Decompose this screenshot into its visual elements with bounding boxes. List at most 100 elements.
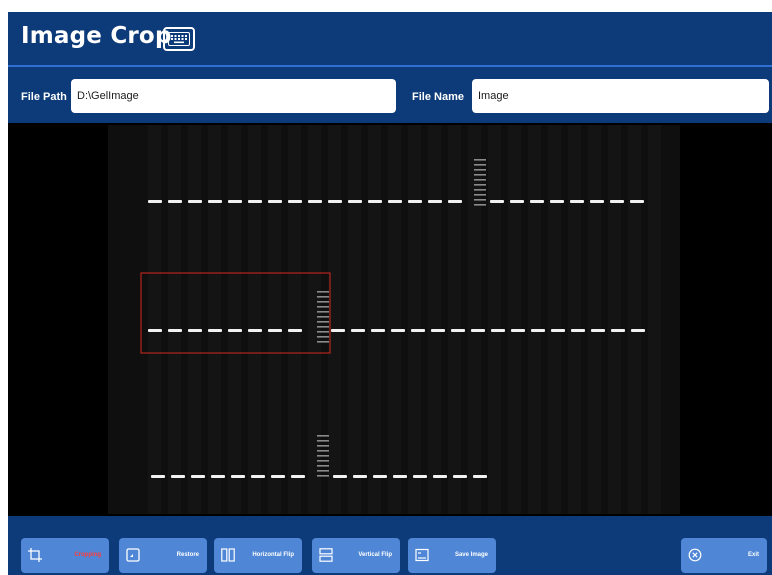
dna-band <box>248 200 262 203</box>
dna-band <box>368 200 382 203</box>
dna-band <box>570 200 584 203</box>
dna-band <box>353 475 367 478</box>
ladder-band <box>317 470 329 472</box>
keyboard-button[interactable] <box>163 27 195 51</box>
dna-band <box>431 329 445 332</box>
dna-band <box>228 200 242 203</box>
restore-label: Restore <box>176 552 199 558</box>
dna-band <box>630 200 644 203</box>
dna-band <box>388 200 402 203</box>
dna-band <box>248 329 262 332</box>
dna-band <box>148 329 162 332</box>
lane-streak <box>188 125 201 514</box>
dna-band <box>251 475 265 478</box>
dna-band <box>453 475 467 478</box>
ladder-band <box>317 336 329 338</box>
lane-streak <box>268 125 281 514</box>
lane-streak <box>248 125 261 514</box>
dna-band <box>288 200 302 203</box>
dna-band <box>371 329 385 332</box>
horizontal-flip-icon <box>221 548 235 562</box>
gel-image <box>8 123 772 516</box>
horizontal-flip-button[interactable]: Horizontal Flip <box>214 538 302 573</box>
exit-label: Exit <box>747 552 759 558</box>
dna-band <box>530 200 544 203</box>
ladder-band <box>474 179 486 181</box>
restore-button[interactable]: Restore <box>119 538 207 573</box>
file-path-input[interactable] <box>71 79 396 113</box>
lane-streak <box>428 125 441 514</box>
lane-streak <box>168 125 181 514</box>
dna-band <box>373 475 387 478</box>
restore-icon <box>126 548 140 562</box>
dna-band <box>268 200 282 203</box>
vertical-flip-button[interactable]: Vertical Flip <box>312 538 400 573</box>
file-name-label: File Name <box>412 91 464 103</box>
dna-band <box>308 200 322 203</box>
dna-band <box>348 200 362 203</box>
file-name-input[interactable] <box>472 79 769 113</box>
lane-streak <box>208 125 221 514</box>
image-viewer[interactable] <box>8 123 772 516</box>
ladder-band <box>474 159 486 161</box>
dna-band <box>491 329 505 332</box>
ladder-band <box>317 331 329 333</box>
ladder-band <box>317 450 329 452</box>
lane-streak <box>228 125 241 514</box>
ladder-band <box>474 204 486 206</box>
ladder-band <box>474 164 486 166</box>
dna-band <box>610 200 624 203</box>
ladder-band <box>317 455 329 457</box>
dna-band <box>188 200 202 203</box>
dna-band <box>228 329 242 332</box>
dna-band <box>511 329 525 332</box>
dna-band <box>188 329 202 332</box>
image-crop-window: Image Crop File Path File Name <box>8 12 772 575</box>
dna-band <box>471 329 485 332</box>
dna-band <box>571 329 585 332</box>
dna-band <box>428 200 442 203</box>
toolbar: Cropping Restore Horizontal Flip Vertica… <box>8 516 772 575</box>
save-image-icon <box>415 548 429 562</box>
lane-streak <box>648 125 661 514</box>
save-image-button[interactable]: Save Image <box>408 538 496 573</box>
file-path-label: File Path <box>21 91 67 103</box>
dna-band <box>331 329 345 332</box>
dna-band <box>171 475 185 478</box>
dna-band <box>413 475 427 478</box>
lane-streak <box>528 125 541 514</box>
ladder-band <box>317 296 329 298</box>
dna-band <box>473 475 487 478</box>
exit-button[interactable]: Exit <box>681 538 767 573</box>
lane-streak <box>588 125 601 514</box>
dna-band <box>631 329 645 332</box>
page-title: Image Crop <box>21 23 172 49</box>
ladder-band <box>317 311 329 313</box>
dna-band <box>191 475 205 478</box>
ladder-band <box>474 174 486 176</box>
vertical-flip-icon <box>319 548 333 562</box>
dna-band <box>271 475 285 478</box>
lane-streak <box>348 125 361 514</box>
dna-band <box>288 329 302 332</box>
ladder-band <box>317 475 329 477</box>
vertical-flip-label: Vertical Flip <box>358 552 392 558</box>
dna-band <box>151 475 165 478</box>
horizontal-flip-label: Horizontal Flip <box>252 552 294 558</box>
ladder-band <box>474 189 486 191</box>
dna-band <box>208 200 222 203</box>
ladder-band <box>317 445 329 447</box>
cropping-button[interactable]: Cropping <box>21 538 109 573</box>
lane-streak <box>448 125 461 514</box>
dna-band <box>448 200 462 203</box>
dna-band <box>411 329 425 332</box>
dna-band <box>451 329 465 332</box>
dna-band <box>168 329 182 332</box>
cropping-label: Cropping <box>74 552 101 558</box>
ladder-band <box>317 321 329 323</box>
ladder-band <box>317 460 329 462</box>
ladder-band <box>317 301 329 303</box>
dna-band <box>211 475 225 478</box>
ladder-band <box>317 326 329 328</box>
save-image-label: Save Image <box>454 552 488 558</box>
